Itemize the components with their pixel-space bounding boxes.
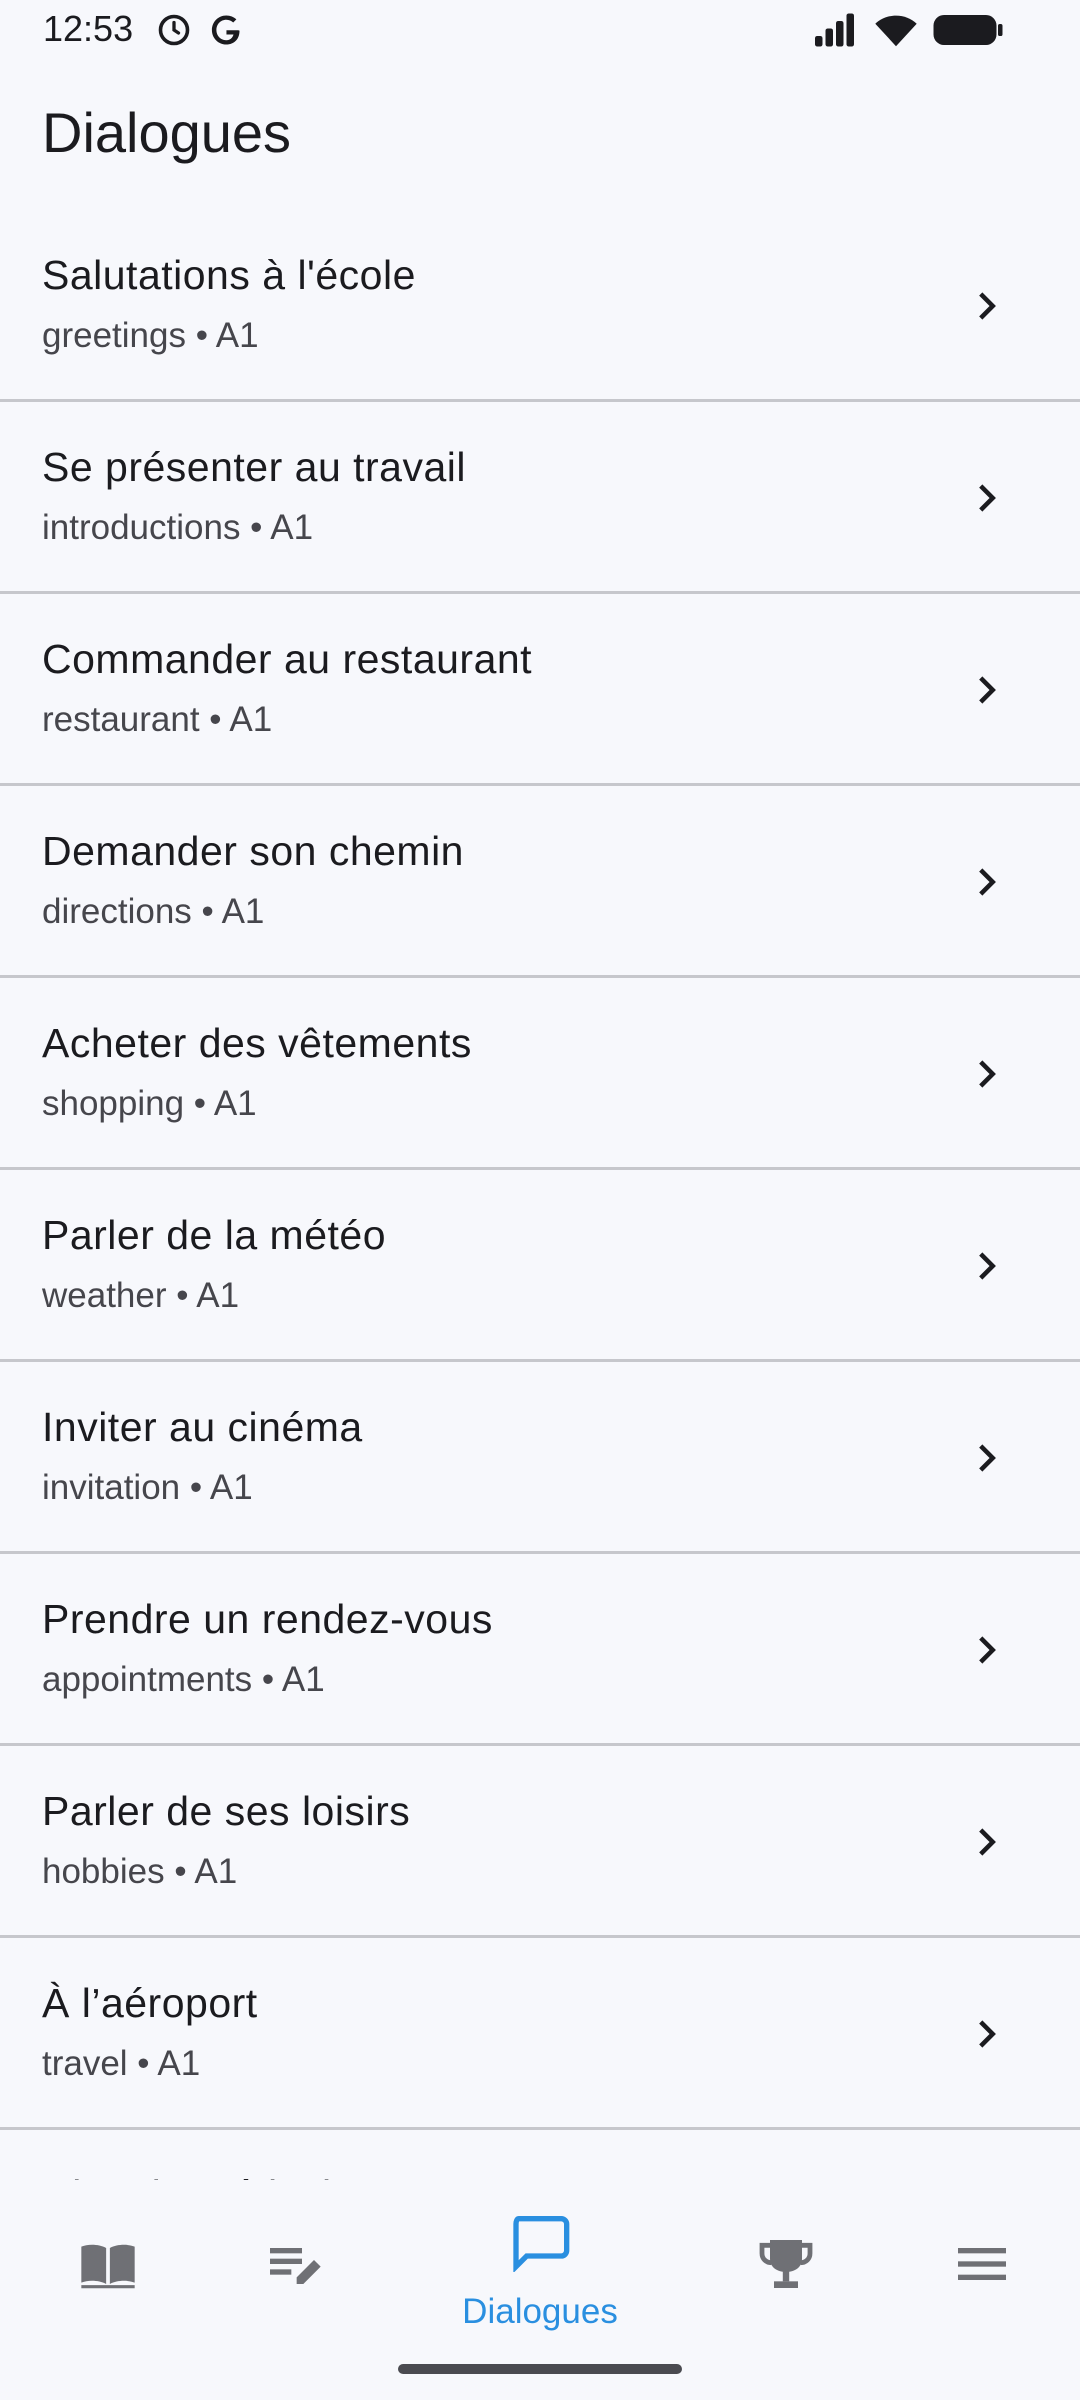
status-right-icons: [812, 12, 1004, 48]
dialogue-title: Prendre un rendez-vous: [42, 1596, 493, 1642]
chevron-right-icon: [979, 2020, 996, 2048]
status-time: 12:53: [43, 8, 134, 49]
home-indicator[interactable]: [398, 2364, 682, 2374]
dialogue-title: À l’aéroport: [42, 1980, 258, 2026]
dialogue-title: Demander son chemin: [42, 828, 464, 874]
status-left-icons: [156, 12, 244, 48]
chevron-right-icon: [979, 292, 996, 320]
chevron-right-icon: [979, 676, 996, 704]
chat-bubble-icon: [513, 2216, 570, 2272]
dialogue-subtitle: directions • A1: [42, 892, 265, 931]
chevron-right-icon: [979, 1444, 996, 1472]
chevron-right-icon: [979, 1636, 996, 1664]
dialogue-subtitle: appointments • A1: [42, 1660, 325, 1699]
dialogue-title: Commander au restaurant: [42, 636, 533, 682]
dialogue-title: Parler de ses loisirs: [42, 1788, 411, 1834]
book-icon: [81, 2244, 135, 2289]
dialogue-list-item[interactable]: Parler de la météo weather • A1: [0, 1170, 1080, 1362]
dialogue-subtitle: shopping • A1: [42, 1084, 257, 1123]
dialogue-subtitle: greetings • A1: [42, 316, 259, 355]
chevron-right-icon: [979, 1828, 996, 1856]
wifi-icon: [875, 15, 917, 47]
dialogue-title: Salutations à l'école: [42, 252, 416, 298]
nav-item-exercises[interactable]: [186, 2180, 402, 2340]
dialogue-title: Inviter au cinéma: [42, 1404, 363, 1450]
page-title: Dialogues: [42, 101, 292, 164]
dialogue-subtitle: restaurant • A1: [42, 700, 273, 739]
nav-item-achievements[interactable]: [678, 2180, 894, 2340]
dialogue-list-item[interactable]: Commander au restaurant restaurant • A1: [0, 594, 1080, 786]
screen: 12:53 Dialogues Salutations à l'école gr…: [0, 0, 1080, 2400]
dialogue-subtitle: invitation • A1: [42, 1468, 253, 1507]
dialogue-title: Se présenter au travail: [42, 444, 467, 490]
dialogue-list-item[interactable]: Acheter des vêtements shopping • A1: [0, 978, 1080, 1170]
dialogue-title: Chez le médecin: [42, 2172, 355, 2180]
dialogue-list-item[interactable]: Chez le médecin: [0, 2130, 1080, 2180]
nav-item-dialogues[interactable]: Dialogues: [432, 2180, 648, 2340]
nav-item-lessons[interactable]: [0, 2180, 216, 2340]
chevron-right-icon: [979, 484, 996, 512]
dialogue-title: Parler de la météo: [42, 1212, 387, 1258]
dialogue-title: Acheter des vêtements: [42, 1020, 472, 1066]
trophy-icon: [759, 2240, 813, 2288]
dialogue-list-item[interactable]: Inviter au cinéma invitation • A1: [0, 1362, 1080, 1554]
dialogue-subtitle: introductions • A1: [42, 508, 314, 547]
dialogue-list[interactable]: Salutations à l'école greetings • A1 Se pr…: [0, 210, 1080, 2180]
dialogue-list-item[interactable]: Parler de ses loisirs hobbies • A1: [0, 1746, 1080, 1938]
nav-item-menu[interactable]: [874, 2180, 1080, 2340]
signal-icon: [815, 13, 854, 47]
nav-label-dialogues: Dialogues: [462, 2292, 618, 2331]
battery-icon: [933, 15, 1003, 45]
menu-icon: [958, 2248, 1006, 2280]
chevron-right-icon: [979, 868, 996, 896]
dialogue-list-item[interactable]: Prendre un rendez-vous appointments • A1: [0, 1554, 1080, 1746]
status-bar: 12:53: [0, 0, 1080, 62]
google-icon: [211, 15, 240, 45]
chevron-right-icon: [979, 1060, 996, 1088]
dialogue-subtitle: hobbies • A1: [42, 1852, 238, 1891]
alarm-clock-icon: [158, 14, 190, 46]
dialogue-subtitle: travel • A1: [42, 2044, 201, 2083]
dialogue-subtitle: weather • A1: [42, 1276, 240, 1315]
dialogue-list-item[interactable]: Salutations à l'école greetings • A1: [0, 210, 1080, 402]
dialogue-list-item[interactable]: Se présenter au travail introductions • A…: [0, 402, 1080, 594]
edit-notes-icon: [270, 2248, 321, 2284]
dialogue-list-item[interactable]: À l’aéroport travel • A1: [0, 1938, 1080, 2130]
dialogue-list-item[interactable]: Demander son chemin directions • A1: [0, 786, 1080, 978]
chevron-right-icon: [979, 1252, 996, 1280]
